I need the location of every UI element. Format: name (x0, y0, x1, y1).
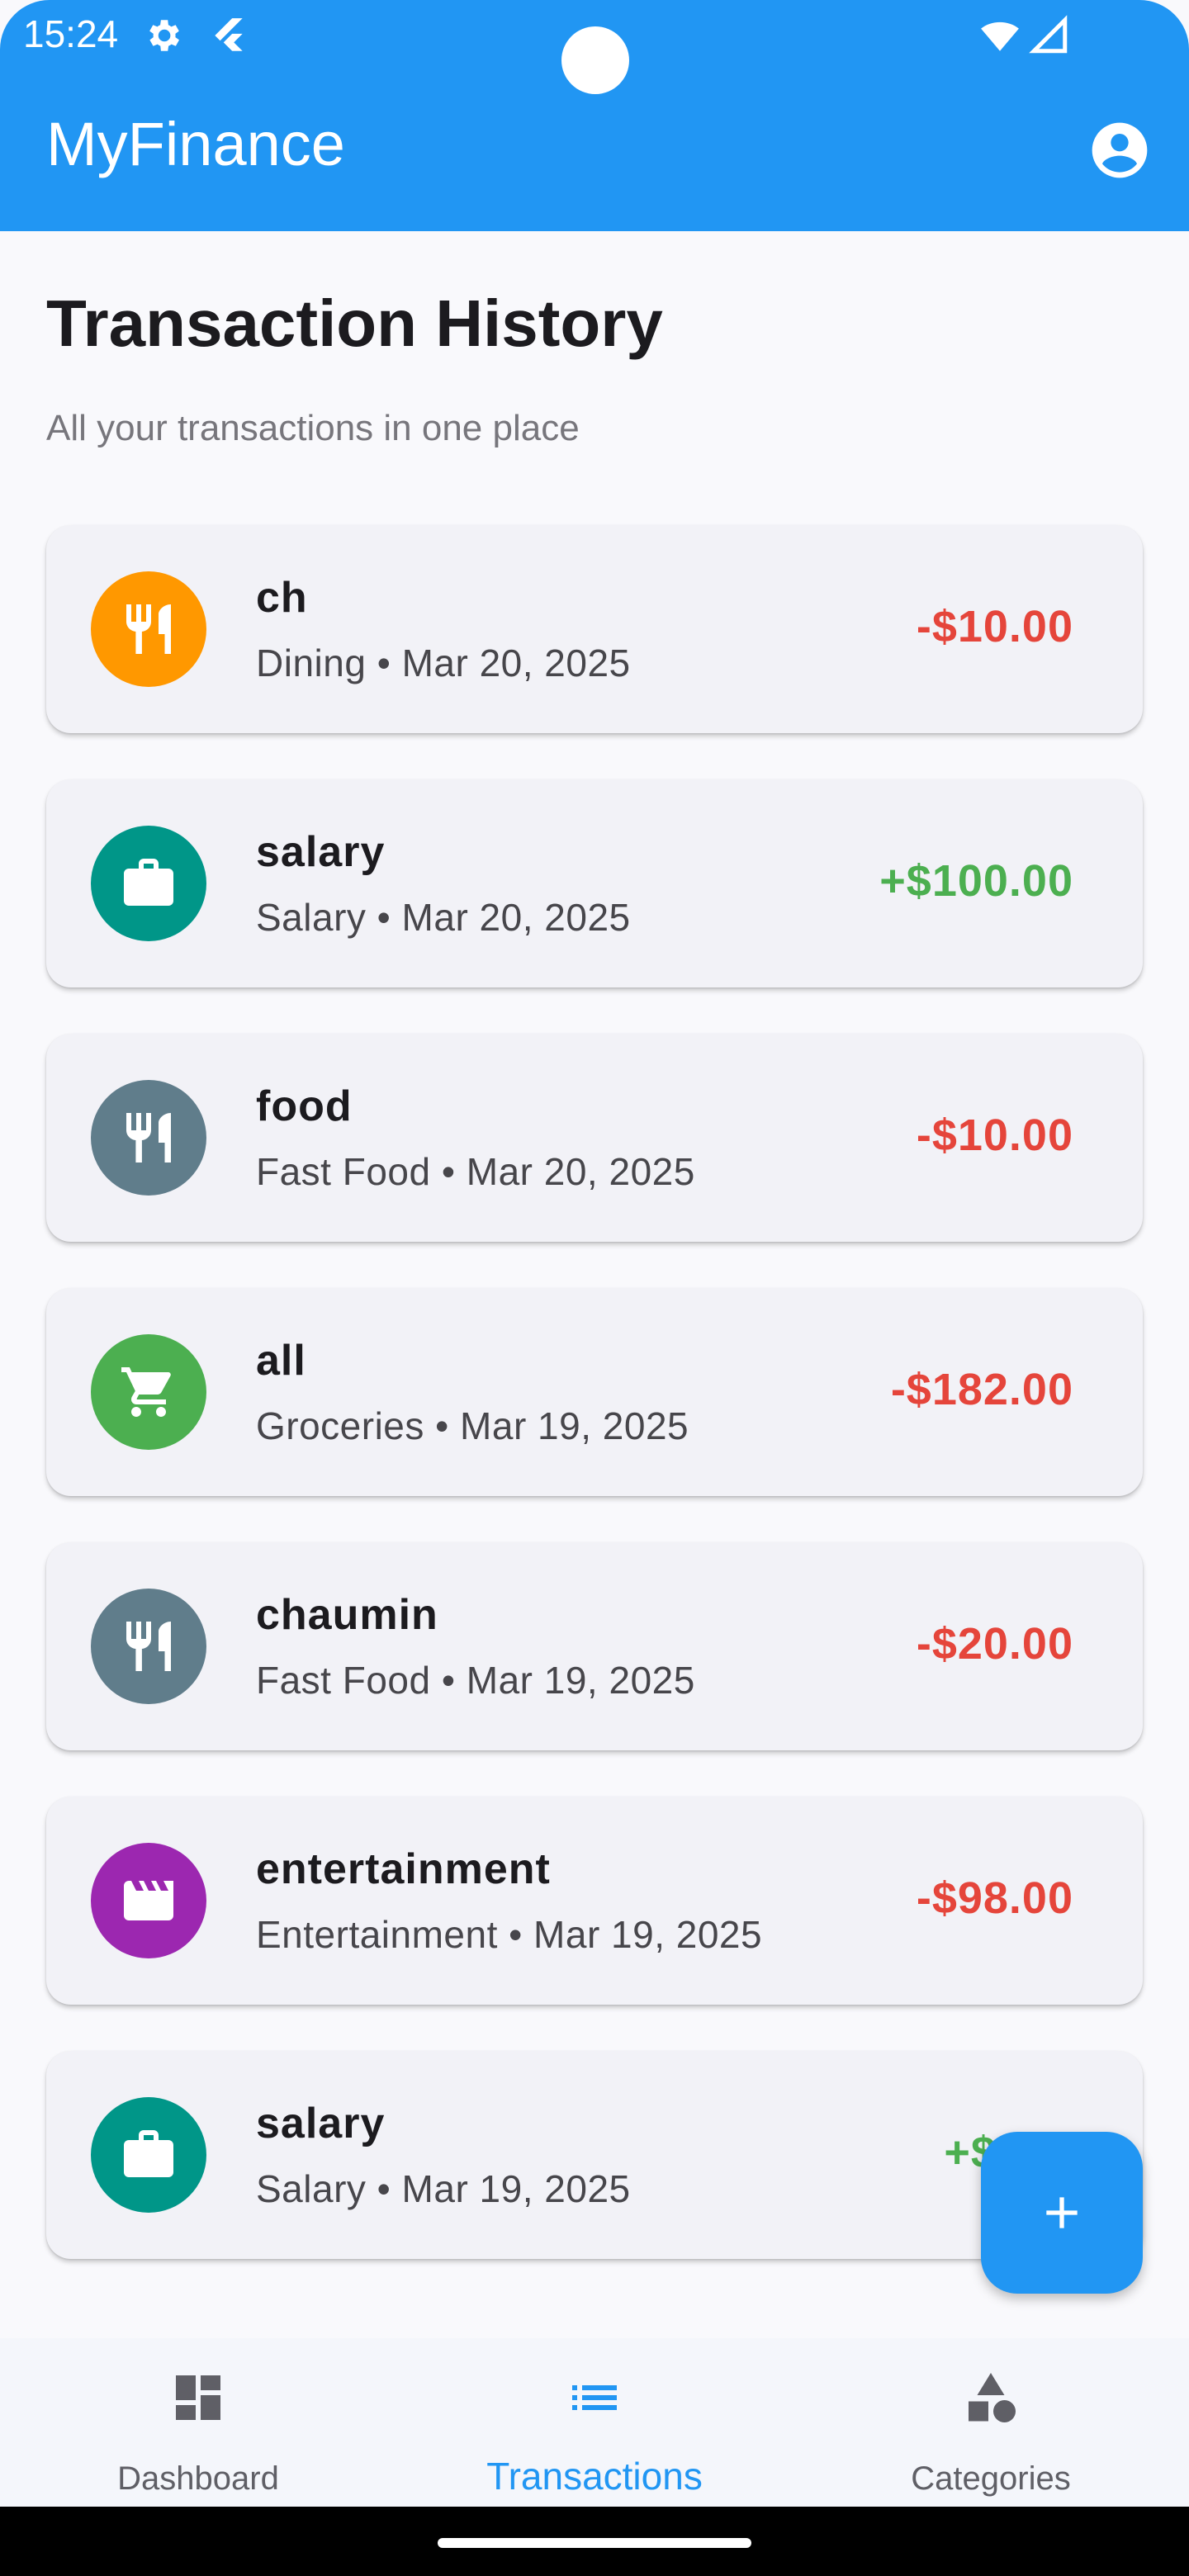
transaction-card[interactable]: salary Salary • Mar 19, 2025 +$500 (46, 2051, 1143, 2259)
system-gesture-bar (0, 2507, 1189, 2576)
transaction-card[interactable]: all Groceries • Mar 19, 2025 -$182.00 (46, 1288, 1143, 1496)
transaction-card[interactable]: ch Dining • Mar 20, 2025 -$10.00 (46, 525, 1143, 733)
transaction-card[interactable]: food Fast Food • Mar 20, 2025 -$10.00 (46, 1034, 1143, 1242)
category-avatar (91, 1334, 206, 1450)
restaurant-icon (126, 1622, 171, 1671)
nav-item-categories[interactable]: Categories (793, 2338, 1189, 2507)
transaction-meta: Entertainment • Mar 19, 2025 (256, 1913, 763, 1956)
briefcase-icon (124, 2130, 173, 2177)
transaction-name: chaumin (256, 1591, 438, 1639)
app-title: MyFinance (46, 110, 345, 178)
home-gesture-handle[interactable] (438, 2538, 751, 2548)
settings-icon (149, 20, 179, 51)
wifi-icon (981, 21, 1019, 51)
transaction-name: ch (256, 574, 308, 622)
transaction-name: salary (256, 2100, 386, 2147)
category-avatar (91, 2097, 206, 2213)
screen: 15:24 MyFinance Transaction History All … (0, 0, 1189, 2576)
transaction-amount: -$182.00 (890, 1365, 1073, 1414)
briefcase-icon (124, 859, 173, 906)
transaction-meta: Fast Food • Mar 19, 2025 (256, 1659, 695, 1702)
transaction-name: salary (256, 828, 386, 876)
transaction-amount: -$10.00 (916, 1110, 1073, 1160)
category-avatar (91, 1080, 206, 1196)
camera-cutout (561, 26, 629, 94)
transaction-card[interactable]: chaumin Fast Food • Mar 19, 2025 -$20.00 (46, 1542, 1143, 1750)
transaction-meta: Salary • Mar 20, 2025 (256, 896, 631, 939)
dashboard-icon (176, 2375, 220, 2420)
transaction-amount: -$98.00 (916, 1873, 1073, 1923)
transaction-name: food (256, 1082, 353, 1130)
nav-label: Categories (911, 2460, 1071, 2497)
page-subtitle: All your transactions in one place (46, 408, 580, 448)
categories-icon (969, 2373, 1016, 2422)
restaurant-icon (126, 1113, 171, 1163)
account-circle-icon[interactable] (1087, 117, 1153, 183)
transaction-name: all (256, 1337, 306, 1385)
transaction-amount: +$100.00 (879, 856, 1073, 906)
bottom-navigation: Dashboard Transactions Categories (0, 2338, 1189, 2507)
category-avatar (91, 1589, 206, 1704)
transaction-name: entertainment (256, 1845, 551, 1893)
shopping-cart-icon (121, 1367, 171, 1417)
status-time: 15:24 (23, 12, 119, 55)
transaction-meta: Groceries • Mar 19, 2025 (256, 1404, 689, 1447)
transaction-meta: Dining • Mar 20, 2025 (256, 642, 631, 684)
transaction-meta: Salary • Mar 19, 2025 (256, 2167, 631, 2210)
category-avatar (91, 571, 206, 687)
nav-item-transactions[interactable]: Transactions (396, 2338, 793, 2507)
signal-icon (1029, 15, 1068, 54)
restaurant-icon (126, 604, 171, 654)
nav-item-dashboard[interactable]: Dashboard (0, 2338, 396, 2507)
transaction-amount: -$20.00 (916, 1619, 1073, 1669)
app-bar: 15:24 MyFinance (0, 0, 1189, 231)
transaction-card[interactable]: entertainment Entertainment • Mar 19, 20… (46, 1797, 1143, 2005)
add-transaction-button[interactable] (981, 2132, 1143, 2294)
flutter-icon (215, 18, 243, 51)
nav-label: Dashboard (117, 2460, 279, 2497)
movie-clapper-icon (124, 1881, 173, 1920)
category-avatar (91, 1843, 206, 1958)
nav-label: Transactions (486, 2455, 703, 2498)
list-icon (572, 2385, 617, 2410)
transaction-amount: -$10.00 (916, 602, 1073, 651)
add-icon (1046, 2197, 1078, 2228)
category-avatar (91, 826, 206, 941)
transaction-card[interactable]: salary Salary • Mar 20, 2025 +$100.00 (46, 779, 1143, 987)
page-title: Transaction History (46, 286, 663, 360)
transaction-meta: Fast Food • Mar 20, 2025 (256, 1150, 695, 1193)
